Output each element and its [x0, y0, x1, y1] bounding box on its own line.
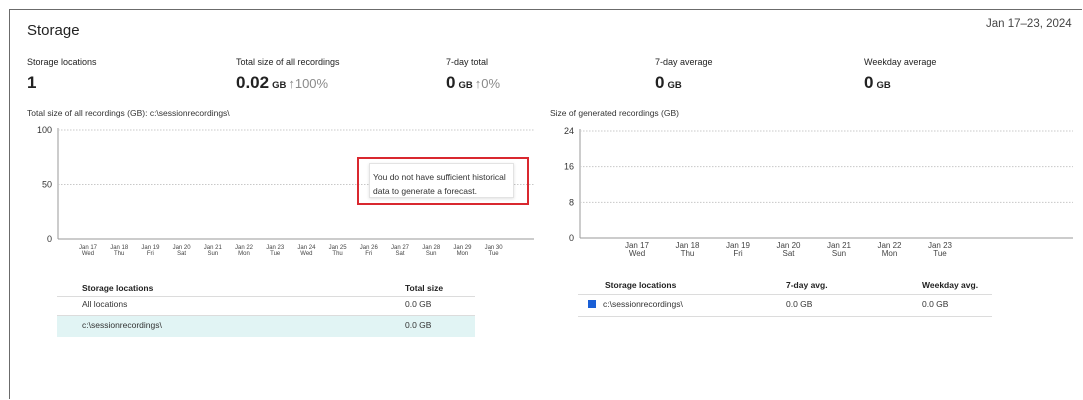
right-table-cell-7-day-avg: 0.0 GB	[786, 299, 813, 309]
x-tick-sublabel: Thu	[114, 251, 124, 257]
x-tick-sublabel: Thu	[332, 251, 342, 257]
x-tick-sublabel: Sat	[782, 249, 795, 258]
x-tick-sublabel: Sun	[426, 251, 437, 257]
left-table-cell-all-locations: All locations	[82, 299, 128, 309]
left-table-header-locations: Storage locations	[82, 283, 154, 293]
left-table-cell-location[interactable]: c:\sessionrecordings\	[82, 320, 162, 330]
right-table-header-locations: Storage locations	[605, 280, 677, 290]
y-tick-label: 100	[37, 125, 52, 135]
x-tick-sublabel: Mon	[238, 251, 250, 257]
y-tick-label: 8	[569, 197, 574, 207]
x-tick-sublabel: Wed	[629, 249, 645, 258]
y-tick-label: 24	[564, 126, 574, 136]
y-tick-label: 0	[47, 234, 52, 244]
generated-recordings-chart[interactable]: 081624Jan 17WedJan 18ThuJan 19FriJan 20S…	[540, 0, 1083, 270]
x-tick-sublabel: Mon	[882, 249, 898, 258]
left-table-cell-all-size: 0.0 GB	[405, 299, 432, 309]
left-table-cell-location-size: 0.0 GB	[405, 320, 432, 330]
series-color-swatch	[588, 300, 596, 308]
y-tick-label: 0	[569, 233, 574, 243]
left-table-divider	[57, 296, 475, 297]
x-tick-sublabel: Wed	[82, 251, 94, 257]
right-table-cell-location: c:\sessionrecordings\	[603, 299, 683, 309]
x-tick-sublabel: Tue	[933, 249, 947, 258]
x-tick-sublabel: Mon	[457, 251, 469, 257]
x-tick-sublabel: Tue	[489, 251, 500, 257]
right-table-divider	[578, 316, 992, 317]
x-tick-sublabel: Sat	[395, 251, 404, 257]
right-table-divider	[578, 294, 992, 295]
y-tick-label: 16	[564, 162, 574, 172]
x-tick-sublabel: Fri	[365, 251, 372, 257]
x-tick-sublabel: Sat	[177, 251, 186, 257]
x-tick-sublabel: Tue	[270, 251, 281, 257]
x-tick-sublabel: Wed	[300, 251, 312, 257]
right-table-header-weekday-avg: Weekday avg.	[922, 280, 979, 290]
left-table-header-total-size: Total size	[405, 283, 444, 293]
x-tick-sublabel: Sun	[832, 249, 846, 258]
tooltip-highlight-box	[357, 157, 529, 205]
y-tick-label: 50	[42, 180, 52, 190]
x-tick-sublabel: Thu	[681, 249, 695, 258]
x-tick-sublabel: Fri	[147, 251, 154, 257]
right-table-cell-weekday-avg: 0.0 GB	[922, 299, 949, 309]
total-size-forecast-chart[interactable]: 050100Jan 17WedJan 18ThuJan 19FriJan 20S…	[0, 0, 540, 270]
x-tick-sublabel: Sun	[207, 251, 218, 257]
x-tick-sublabel: Fri	[733, 249, 743, 258]
right-table-header-7-day-avg: 7-day avg.	[786, 280, 828, 290]
